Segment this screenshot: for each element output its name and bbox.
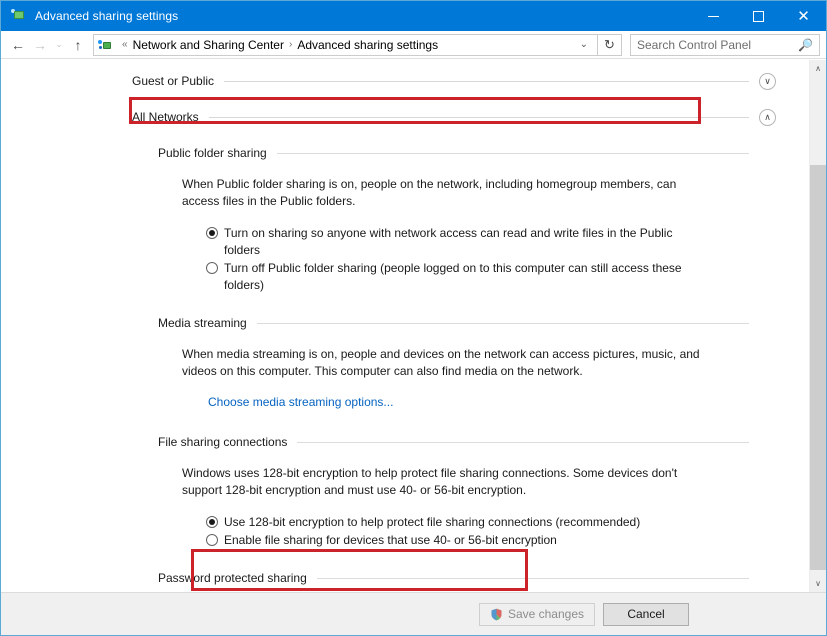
profile-header-all-networks[interactable]: All Networks ∧: [132, 106, 776, 128]
section-title: Media streaming: [158, 316, 247, 330]
vertical-scrollbar[interactable]: ∧ ∨: [809, 60, 826, 592]
radio-button[interactable]: [206, 227, 218, 239]
scroll-up-button[interactable]: ∧: [810, 60, 826, 77]
divider: [208, 116, 749, 118]
content-area: Guest or Public ∨ All Networks ∧ Public …: [1, 60, 826, 592]
save-changes-button[interactable]: Save changes: [478, 602, 595, 626]
breadcrumb-overflow[interactable]: «: [117, 39, 133, 50]
media-streaming-link-row: Choose media streaming options...: [208, 393, 809, 411]
chevron-up-icon[interactable]: ∧: [759, 108, 776, 126]
settings-scroll-region: Guest or Public ∨ All Networks ∧ Public …: [1, 60, 809, 592]
section-heading-password-protected-sharing: Password protected sharing: [158, 569, 749, 587]
save-changes-label: Save changes: [507, 607, 584, 621]
search-box[interactable]: Search Control Panel 🔍: [630, 33, 820, 56]
network-sharing-icon: [11, 8, 27, 24]
cancel-button[interactable]: Cancel: [603, 602, 689, 626]
dialog-footer: Save changes Cancel: [1, 592, 826, 635]
profile-header-guest-or-public[interactable]: Guest or Public ∨: [132, 70, 776, 92]
section-heading-media-streaming: Media streaming: [158, 314, 749, 332]
refresh-icon[interactable]: ↻: [598, 33, 622, 56]
divider: [276, 152, 749, 154]
breadcrumb-item-advanced-sharing-settings[interactable]: Advanced sharing settings: [297, 38, 438, 52]
radio-label: Turn off Public folder sharing (people l…: [224, 261, 682, 292]
section-heading-public-folder-sharing: Public folder sharing: [158, 144, 749, 162]
advanced-sharing-settings-window: Advanced sharing settings ✕ ← → ⌄ ↑ « Ne…: [0, 0, 827, 636]
divider: [256, 322, 749, 324]
breadcrumb-separator-icon: ›: [288, 39, 293, 50]
address-bar: ← → ⌄ ↑ « Network and Sharing Center › A…: [1, 31, 826, 59]
radio-button[interactable]: [206, 534, 218, 546]
choose-media-streaming-options-link[interactable]: Choose media streaming options...: [208, 395, 393, 409]
maximize-button[interactable]: [736, 1, 781, 31]
search-icon[interactable]: 🔍: [798, 38, 813, 52]
section-description-file-sharing-connections: Windows uses 128-bit encryption to help …: [182, 466, 678, 497]
forward-button[interactable]: →: [29, 34, 51, 56]
profile-label-guest-or-public: Guest or Public: [132, 74, 215, 88]
up-button[interactable]: ↑: [67, 34, 89, 56]
radio-label: Use 128-bit encryption to help protect f…: [224, 515, 641, 529]
radio-option-enable-40-or-56-bit-encryption[interactable]: Enable file sharing for devices that use…: [206, 532, 809, 549]
section-description-media-streaming: When media streaming is on, people and d…: [182, 347, 700, 378]
radio-label: Enable file sharing for devices that use…: [224, 533, 557, 547]
profile-label-all-networks: All Networks: [132, 110, 199, 124]
window-title: Advanced sharing settings: [35, 9, 179, 23]
breadcrumb-bar[interactable]: « Network and Sharing Center › Advanced …: [93, 33, 598, 56]
search-input[interactable]: Search Control Panel: [637, 38, 798, 52]
cancel-label: Cancel: [627, 607, 665, 621]
chevron-down-icon[interactable]: ∨: [759, 72, 776, 90]
recent-locations-button[interactable]: ⌄: [51, 34, 67, 56]
radio-group-file-sharing-connections: Use 128-bit encryption to help protect f…: [206, 514, 809, 549]
scroll-down-button[interactable]: ∨: [810, 575, 826, 592]
title-bar: Advanced sharing settings ✕: [1, 1, 826, 31]
radio-option-turn-off-public-sharing[interactable]: Turn off Public folder sharing (people l…: [206, 260, 809, 294]
section-title: File sharing connections: [158, 435, 288, 449]
divider: [297, 441, 749, 443]
back-button[interactable]: ←: [7, 34, 29, 56]
radio-button[interactable]: [206, 262, 218, 274]
radio-button[interactable]: [206, 516, 218, 528]
radio-option-turn-on-public-sharing[interactable]: Turn on sharing so anyone with network a…: [206, 225, 809, 259]
divider: [316, 577, 749, 579]
section-heading-file-sharing-connections: File sharing connections: [158, 433, 749, 451]
minimize-button[interactable]: [691, 1, 736, 31]
section-title: Public folder sharing: [158, 146, 267, 160]
window-controls: ✕: [691, 1, 826, 31]
section-title: Password protected sharing: [158, 571, 307, 585]
uac-shield-icon: [490, 608, 503, 621]
breadcrumb-item-network-and-sharing-center[interactable]: Network and Sharing Center: [133, 38, 284, 52]
chevron-down-icon[interactable]: ⌄: [575, 39, 593, 50]
divider: [224, 80, 749, 82]
radio-label: Turn on sharing so anyone with network a…: [224, 226, 673, 257]
scrollbar-thumb[interactable]: [810, 165, 826, 570]
section-description-public-folder-sharing: When Public folder sharing is on, people…: [182, 177, 677, 208]
close-button[interactable]: ✕: [781, 1, 826, 31]
radio-group-public-folder-sharing: Turn on sharing so anyone with network a…: [206, 225, 809, 294]
network-icon: [98, 38, 113, 52]
radio-option-use-128-bit-encryption[interactable]: Use 128-bit encryption to help protect f…: [206, 514, 809, 531]
